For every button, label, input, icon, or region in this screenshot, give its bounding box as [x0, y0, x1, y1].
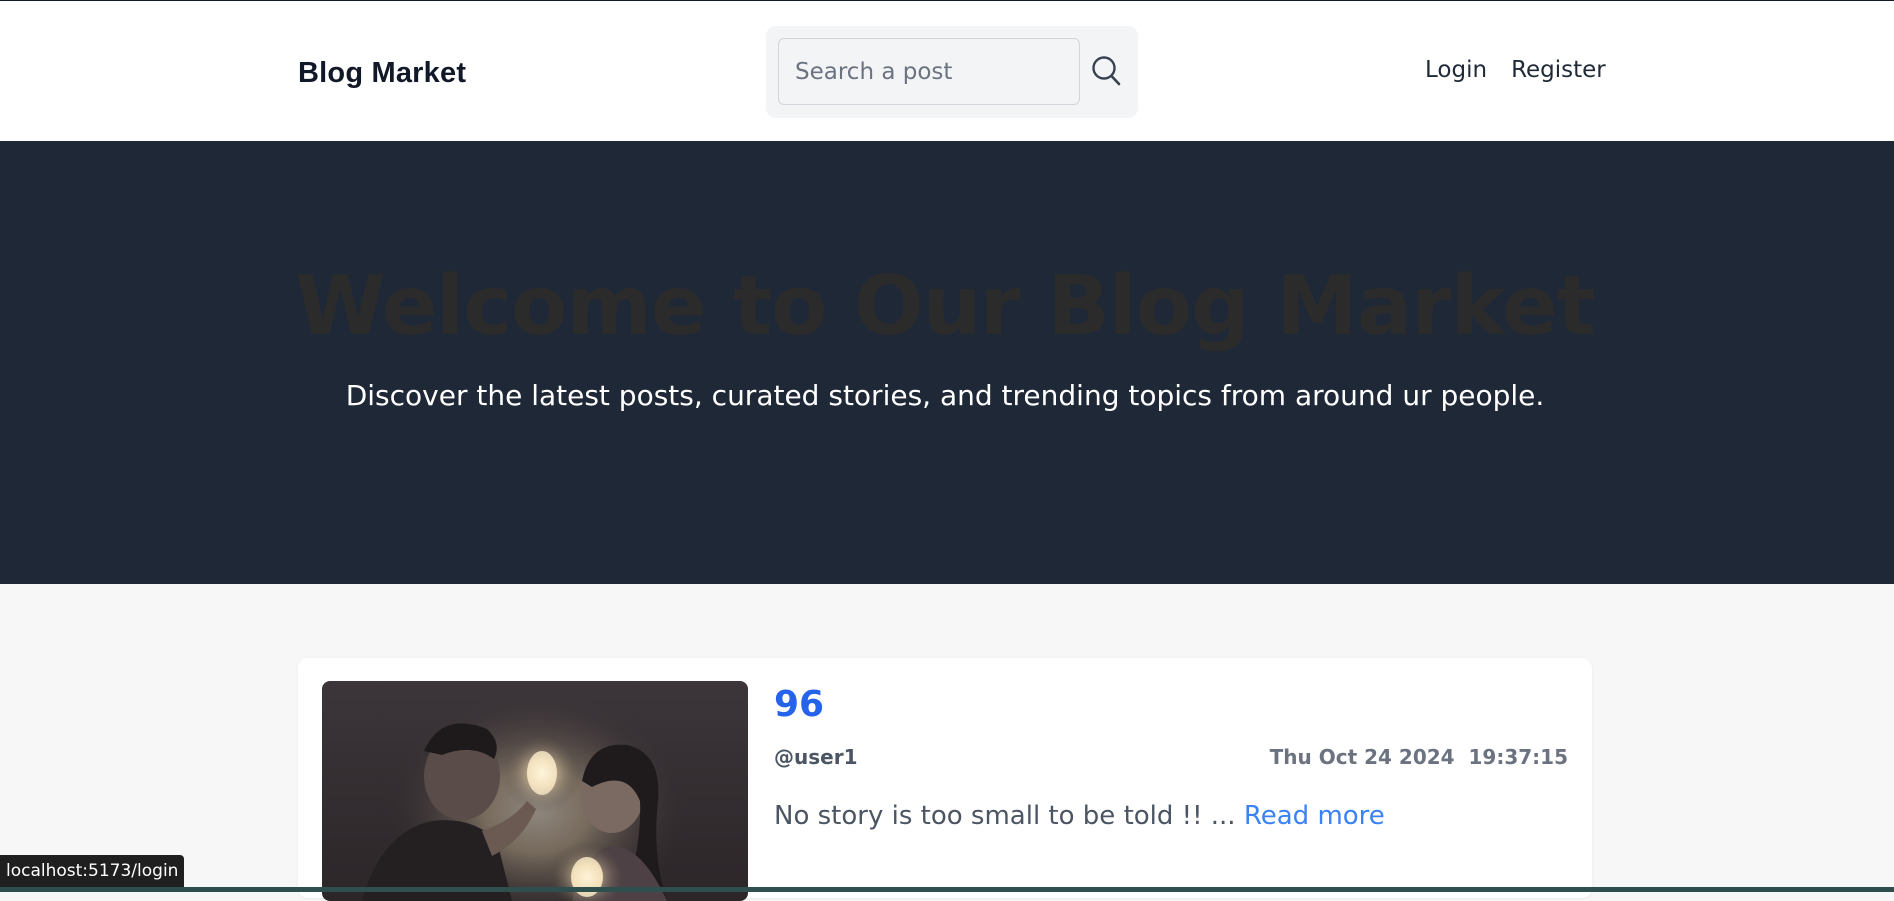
search-input[interactable]	[778, 38, 1080, 105]
search-icon	[1092, 56, 1121, 86]
read-more-link[interactable]: Read more	[1244, 801, 1385, 831]
post-title[interactable]: 96	[774, 684, 824, 725]
post-date: Thu Oct 24 2024 19:37:15	[1269, 745, 1568, 769]
nav-links: Login Register	[1425, 57, 1606, 83]
search-button[interactable]	[1084, 46, 1130, 96]
navbar: Blog Market Login Register	[0, 1, 1894, 141]
register-link[interactable]: Register	[1511, 57, 1606, 83]
bottom-strip	[0, 887, 1894, 892]
login-link[interactable]: Login	[1425, 57, 1487, 83]
post-photo	[322, 681, 748, 901]
status-bar-url: localhost:5173/login	[0, 855, 185, 887]
post-image[interactable]	[322, 681, 748, 901]
post-excerpt: No story is too small to be told !! ... …	[774, 801, 1385, 831]
post-card: 96 @user1 Thu Oct 24 2024 19:37:15 No st…	[298, 658, 1592, 901]
search-bar	[766, 26, 1138, 118]
brand-logo[interactable]: Blog Market	[298, 57, 466, 90]
hero-banner: Welcome to Our Blog Market Discover the …	[0, 141, 1894, 584]
hero-title: Welcome to Our Blog Market	[295, 259, 1596, 354]
post-excerpt-text: No story is too small to be told !! ...	[774, 801, 1236, 831]
hero-subtitle: Discover the latest posts, curated stori…	[345, 379, 1545, 412]
post-author: @user1	[774, 745, 858, 769]
